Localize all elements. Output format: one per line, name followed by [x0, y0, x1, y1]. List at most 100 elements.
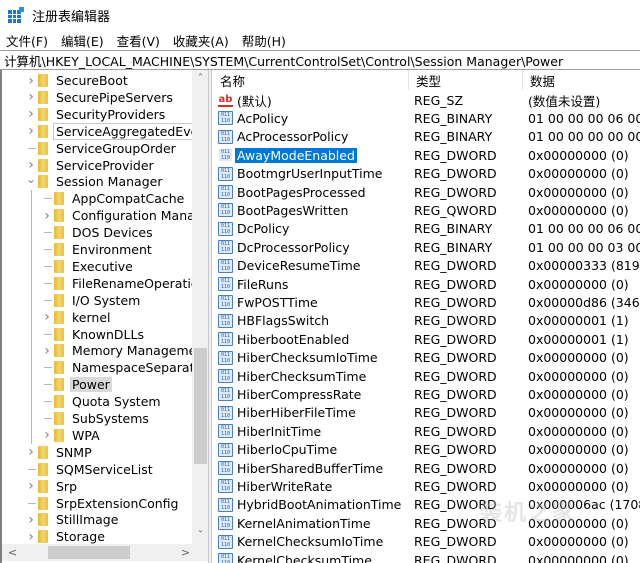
value-row[interactable]: 011 110 KernelChecksumIoTime REG_DWORD 0x000… [212, 533, 640, 551]
tree-item[interactable]: SrpExtensionConfig [24, 495, 180, 512]
tree-vertical-scroll-thumb[interactable] [194, 348, 207, 464]
tree-item-label: SQMServiceList [56, 461, 153, 477]
tree-item[interactable]: I/O System [40, 292, 142, 309]
chevron-down-icon[interactable]: ⌄ [24, 172, 38, 186]
value-data: 0x00000000 (0) [528, 460, 629, 476]
value-row[interactable]: 011 110 HiberCompressRate REG_DWORD 0x000000… [212, 385, 640, 403]
tree-horizontal-scroll-thumb[interactable] [48, 546, 130, 559]
folder-icon [54, 428, 64, 442]
tree-item[interactable]: DOS Devices [40, 224, 155, 241]
scroll-up-icon[interactable]: ˄ [192, 70, 208, 87]
chevron-right-icon[interactable]: › [24, 157, 38, 173]
value-type: REG_BINARY [414, 110, 493, 126]
tree-item[interactable]: › ServiceAggregatedEvents [24, 122, 208, 140]
value-row[interactable]: 011 110 FwPOSTTime REG_DWORD 0x00000d86 (346… [212, 293, 640, 311]
menu-edit[interactable]: 编辑(E) [61, 31, 104, 50]
value-row[interactable]: 011 110 HiberChecksumTime REG_DWORD 0x000000… [212, 367, 640, 385]
value-row[interactable]: 011 110 AcPolicy REG_BINARY 01 00 00 00 06 0… [212, 109, 640, 127]
value-row[interactable]: 011 110 BootPagesProcessed REG_DWORD 0x00000… [212, 183, 640, 201]
tree-item[interactable]: › SecurePipeServers [24, 89, 175, 106]
tree-item-label: Session Manager [56, 174, 163, 190]
binary-value-icon: 011 110 [218, 516, 233, 531]
scroll-right-icon[interactable]: > [177, 544, 194, 561]
column-header-data[interactable]: 数据 [530, 70, 555, 90]
tree-item[interactable]: › Srp [24, 478, 79, 495]
value-row[interactable]: 011 110 BootPagesWritten REG_QWORD 0x0000000… [212, 201, 640, 219]
value-name: HiberIoCpuTime [237, 442, 338, 458]
value-row[interactable]: 011 110 DeviceResumeTime REG_DWORD 0x0000033… [212, 257, 640, 275]
value-row[interactable]: 011 110 KernelChecksumTime REG_DWORD 0x00000… [212, 551, 640, 563]
tree-item[interactable]: Power [40, 376, 112, 393]
tree-item[interactable]: › SecurityProviders [24, 106, 167, 123]
tree-item[interactable]: KnownDLLs [40, 326, 146, 343]
tree-item[interactable]: NamespaceSeparation [40, 359, 208, 376]
tree-item[interactable]: › Configuration Manager [40, 207, 208, 224]
chevron-right-icon[interactable]: › [24, 73, 38, 89]
tree-item[interactable]: › ServiceProvider [24, 157, 156, 174]
tree-item[interactable]: › WPA [40, 427, 102, 444]
menu-view[interactable]: 查看(V) [117, 31, 160, 50]
scroll-down-icon[interactable]: ˅ [192, 527, 208, 544]
value-data: 0x00000000 (0) [528, 202, 629, 218]
tree-item[interactable]: SQMServiceList [24, 461, 155, 478]
tree-vertical-scrollbar[interactable]: ˄ ˅ [192, 70, 208, 544]
value-row[interactable]: 011 110 DcPolicy REG_BINARY 01 00 00 00 06 0… [212, 220, 640, 238]
value-name: HiberSharedBufferTime [237, 460, 384, 476]
tree-item[interactable]: Environment [40, 241, 154, 258]
column-divider[interactable] [522, 70, 523, 90]
tree-item[interactable]: Executive [40, 258, 135, 275]
value-row[interactable]: 011 110 HiberWriteRate REG_DWORD 0x00000000 … [212, 477, 640, 495]
tree-item[interactable]: › Storage [24, 528, 107, 545]
chevron-right-icon[interactable]: › [24, 444, 38, 460]
value-row[interactable]: 011 110 HiberChecksumIoTime REG_DWORD 0x0000… [212, 349, 640, 367]
value-row[interactable]: 011 110 DcProcessorPolicy REG_BINARY 01 00 0… [212, 238, 640, 256]
tree-item[interactable]: › kernel [40, 309, 113, 326]
chevron-right-icon[interactable]: › [24, 123, 38, 139]
value-row[interactable]: 011 110 AwayModeEnabled REG_DWORD 0x00000000… [212, 146, 640, 164]
value-name: FwPOSTTime [237, 294, 318, 310]
scroll-left-icon[interactable]: < [4, 544, 21, 561]
chevron-right-icon[interactable]: › [24, 478, 38, 494]
chevron-right-icon[interactable]: › [24, 512, 38, 528]
chevron-right-icon[interactable]: › [40, 208, 54, 224]
value-row[interactable]: ab (默认) REG_SZ (数值未设置) [212, 91, 640, 109]
chevron-right-icon[interactable]: › [40, 309, 54, 325]
menu-favorites[interactable]: 收藏夹(A) [173, 31, 229, 50]
tree-connector-line [44, 333, 52, 335]
tree-item[interactable]: AppCompatCache [40, 190, 186, 207]
value-row[interactable]: 011 110 KernelAnimationTime REG_DWORD 0x0000… [212, 514, 640, 532]
tree-item[interactable]: › Memory Management [40, 342, 208, 359]
tree-horizontal-scrollbar[interactable]: < > [2, 544, 208, 561]
tree-item[interactable]: ⌄ Session Manager [24, 172, 164, 190]
value-row[interactable]: 011 110 HiberInitTime REG_DWORD 0x00000000 (… [212, 422, 640, 440]
tree-item[interactable]: › StillImage [24, 511, 120, 528]
value-row[interactable]: 011 110 HBFlagsSwitch REG_DWORD 0x00000001 (… [212, 312, 640, 330]
menu-file[interactable]: 文件(F) [6, 31, 48, 50]
chevron-right-icon[interactable]: › [40, 427, 54, 443]
value-row[interactable]: 011 110 BootmgrUserInputTime REG_DWORD 0x000… [212, 165, 640, 183]
value-row[interactable]: 011 110 HiberIoCpuTime REG_DWORD 0x00000000 … [212, 441, 640, 459]
value-data: 0x00000001 (1) [528, 331, 629, 347]
chevron-right-icon[interactable]: › [24, 529, 38, 545]
tree-item[interactable]: › SecureBoot [24, 72, 130, 89]
tree-item[interactable]: Quota System [40, 393, 163, 410]
column-divider[interactable] [408, 70, 409, 90]
chevron-right-icon[interactable]: › [24, 89, 38, 105]
value-row[interactable]: 011 110 HiberbootEnabled REG_DWORD 0x0000000… [212, 330, 640, 348]
tree-item[interactable]: › SNMP [24, 444, 94, 461]
chevron-right-icon[interactable]: › [24, 106, 38, 122]
value-row[interactable]: 011 110 HiberHiberFileTime REG_DWORD 0x00000… [212, 404, 640, 422]
tree-item[interactable]: ServiceGroupOrder [24, 140, 178, 157]
chevron-right-icon[interactable]: › [40, 343, 54, 359]
column-header-name[interactable]: 名称 [220, 70, 245, 90]
value-row[interactable]: 011 110 HiberSharedBufferTime REG_DWORD 0x00… [212, 459, 640, 477]
address-bar[interactable]: 计算机\HKEY_LOCAL_MACHINE\SYSTEM\CurrentCon… [0, 50, 640, 70]
value-row[interactable]: 011 110 HybridBootAnimationTime REG_DWORD 0x… [212, 496, 640, 514]
tree-item[interactable]: SubSystems [40, 410, 151, 427]
column-header-type[interactable]: 类型 [416, 70, 441, 90]
folder-icon [38, 124, 48, 138]
tree-item[interactable]: FileRenameOperations [40, 275, 208, 292]
value-row[interactable]: 011 110 FileRuns REG_DWORD 0x00000000 (0) [212, 275, 640, 293]
menu-help[interactable]: 帮助(H) [242, 31, 286, 50]
value-row[interactable]: 011 110 AcProcessorPolicy REG_BINARY 01 00 0… [212, 128, 640, 146]
